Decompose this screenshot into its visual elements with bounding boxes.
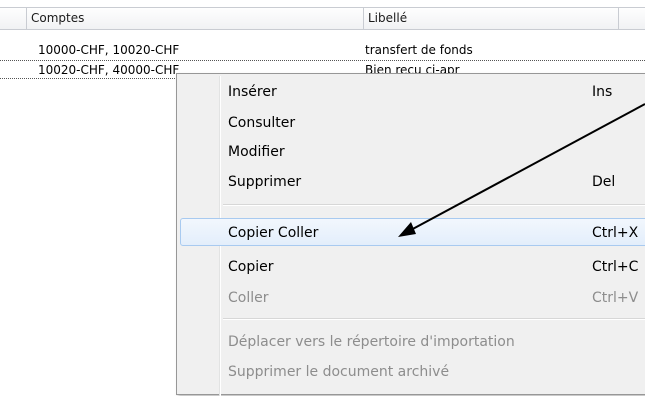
annotation-arrow (398, 103, 645, 237)
arrow-line (408, 103, 645, 232)
arrow-head-icon (398, 222, 416, 237)
